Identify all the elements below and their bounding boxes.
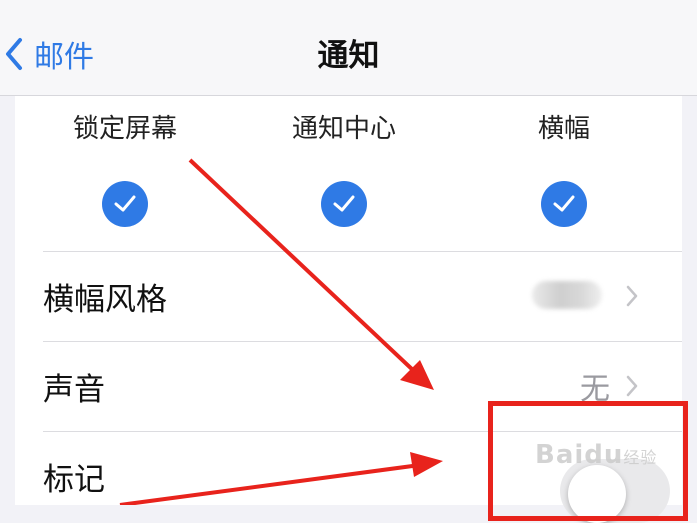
row-title: 声音 — [43, 371, 105, 408]
highlight-box — [488, 401, 688, 521]
checkmark-icon[interactable] — [541, 181, 587, 227]
alert-style-lock-screen[interactable]: 锁定屏幕 — [25, 96, 225, 227]
row-title: 横幅风格 — [43, 281, 167, 318]
checkmark-icon[interactable] — [321, 181, 367, 227]
alert-style-banners[interactable]: 横幅 — [464, 96, 664, 227]
navigation-bar: 邮件 通知 — [0, 0, 697, 96]
chevron-right-icon — [626, 285, 638, 307]
divider — [43, 341, 682, 342]
alert-styles: 锁定屏幕 通知中心 横幅 — [15, 96, 682, 251]
divider — [43, 251, 682, 252]
alert-style-notification-center[interactable]: 通知中心 — [244, 96, 444, 227]
chevron-right-icon — [626, 375, 638, 397]
checkmark-icon[interactable] — [102, 181, 148, 227]
banner-style-row[interactable]: 横幅风格 — [15, 251, 682, 341]
page-title: 通知 — [317, 38, 380, 74]
alert-style-label: 横幅 — [537, 114, 590, 144]
obscured-value — [532, 281, 602, 309]
alert-style-label: 锁定屏幕 — [72, 114, 177, 144]
row-title: 标记 — [43, 461, 105, 498]
alert-style-label: 通知中心 — [291, 114, 396, 144]
